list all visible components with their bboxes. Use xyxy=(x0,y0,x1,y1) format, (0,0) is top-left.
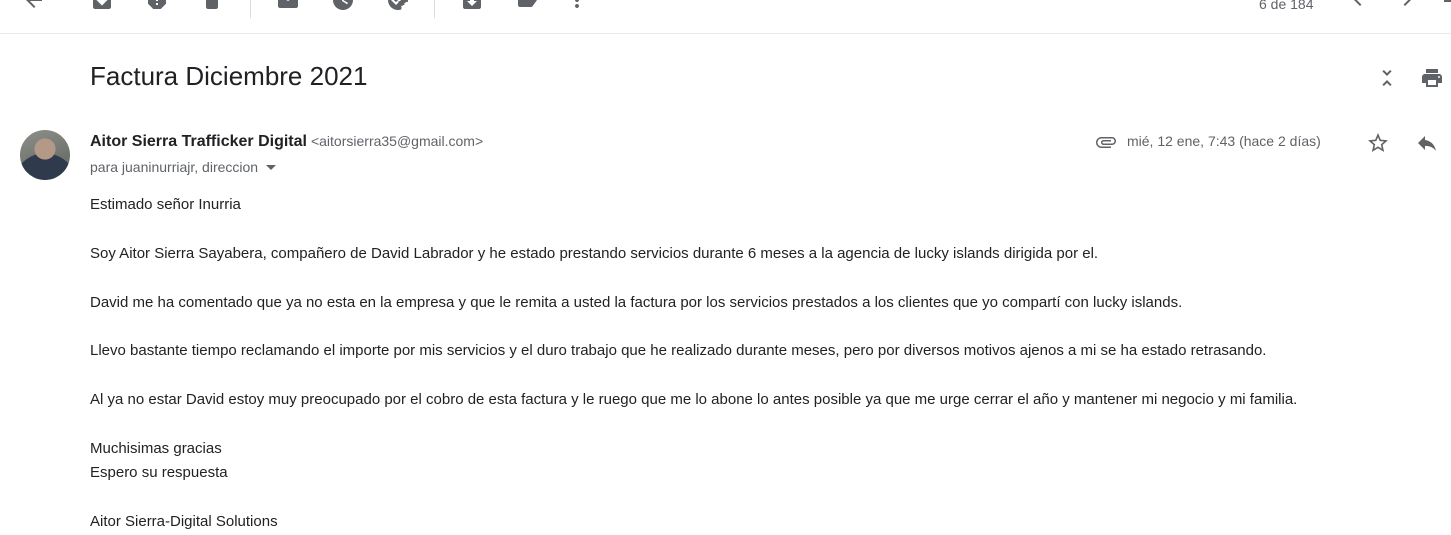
attachment-icon xyxy=(1094,130,1118,154)
add-task-icon[interactable] xyxy=(386,0,410,12)
body-paragraph: David me ha comentado que ya no esta en … xyxy=(90,293,1183,311)
sender-line: Aitor Sierra Trafficker Digital <aitorsie… xyxy=(90,133,483,151)
toolbar: 6 de 184 xyxy=(0,0,1451,34)
body-paragraph: Llevo bastante tiempo reclamando el impo… xyxy=(90,342,1267,360)
delete-icon[interactable] xyxy=(200,0,224,12)
more-vert-icon[interactable] xyxy=(565,0,589,12)
recipients-text: para juaninurriajr, direccion xyxy=(90,159,259,175)
body-closing: Muchisimas gracias xyxy=(90,439,222,457)
avatar[interactable] xyxy=(20,130,70,180)
recipients-line: para juaninurriajr, direccion xyxy=(90,159,277,175)
sender-email: <aitorsierra35@gmail.com> xyxy=(310,133,484,149)
input-tools-icon[interactable] xyxy=(1440,0,1451,12)
body-signature: Aitor Sierra-Digital Solutions xyxy=(90,513,278,531)
email-subject: Factura Diciembre 2021 xyxy=(90,61,368,91)
star-icon[interactable] xyxy=(1366,131,1390,155)
report-spam-icon[interactable] xyxy=(145,0,169,12)
mark-unread-icon[interactable] xyxy=(276,0,300,12)
chevron-right-icon[interactable] xyxy=(1395,0,1419,12)
body-closing: Espero su respuesta xyxy=(90,464,228,482)
toolbar-divider xyxy=(250,0,251,18)
body-paragraph: Soy Aitor Sierra Sayabera, compañero de … xyxy=(90,244,1099,262)
body-greeting: Estimado señor Inurria xyxy=(90,196,241,213)
move-to-icon[interactable] xyxy=(460,0,484,12)
reply-icon[interactable] xyxy=(1415,131,1439,155)
show-details-icon[interactable] xyxy=(266,164,277,170)
snooze-icon[interactable] xyxy=(331,0,355,12)
chevron-left-icon[interactable] xyxy=(1346,0,1370,12)
print-icon[interactable] xyxy=(1420,66,1444,90)
sender-name[interactable]: Aitor Sierra Trafficker Digital xyxy=(90,133,307,150)
collapse-all-icon[interactable] xyxy=(1375,66,1399,90)
body-paragraph: Al ya no estar David estoy muy preocupad… xyxy=(90,391,1298,409)
label-icon[interactable] xyxy=(515,0,539,12)
email-body: Estimado señor Inurria Soy Aitor Sierra … xyxy=(90,193,1430,535)
back-arrow-icon[interactable] xyxy=(22,0,46,12)
email-date: mié, 12 ene, 7:43 (hace 2 días) xyxy=(1127,133,1321,149)
page-count: 6 de 184 xyxy=(1259,0,1314,12)
toolbar-divider xyxy=(434,0,435,18)
archive-icon[interactable] xyxy=(90,0,114,12)
